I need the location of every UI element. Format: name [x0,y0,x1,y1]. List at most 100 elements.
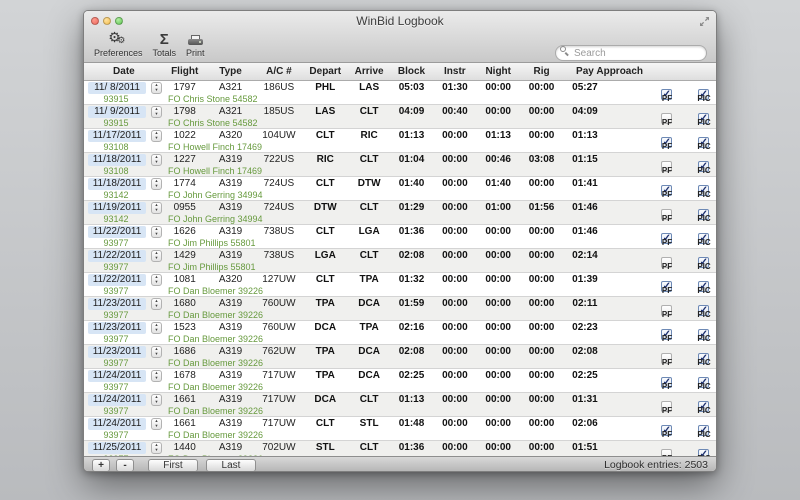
close-button[interactable] [91,17,99,25]
column-header-approach[interactable]: Approach [596,66,706,77]
aircraft-cell[interactable]: 760UW [255,298,302,309]
table-row[interactable]: 11/24/2011 ▲ ▼ 1678 A319 717UW TPA DCA 0… [84,369,716,393]
column-header-arrive[interactable]: Arrive [348,66,390,77]
rig-cell[interactable]: 00:00 [520,418,564,429]
flight-cell[interactable]: 1429 [164,250,206,261]
instr-cell[interactable]: 00:00 [433,346,477,357]
aircraft-cell[interactable]: 717UW [255,370,302,381]
pay-cell[interactable]: 02:11 [564,298,607,309]
block-cell[interactable]: 01:48 [390,418,433,429]
pay-cell[interactable]: 02:14 [564,250,607,261]
depart-cell[interactable]: TPA [302,346,348,357]
search-input[interactable] [555,45,707,61]
aircraft-cell[interactable]: 186US [255,82,302,93]
depart-cell[interactable]: CLT [302,226,348,237]
rig-cell[interactable]: 00:00 [520,130,564,141]
night-cell[interactable]: 00:00 [477,82,520,93]
night-cell[interactable]: 00:00 [477,370,520,381]
depart-cell[interactable]: TPA [302,370,348,381]
stepper-down-icon[interactable]: ▼ [155,327,159,332]
column-header-ac[interactable]: A/C # [255,66,302,77]
flight-cell[interactable]: 1774 [164,178,206,189]
date-field[interactable]: 11/ 9/2011 [88,105,146,118]
date-field[interactable]: 11/25/2011 [88,441,146,454]
instr-cell[interactable]: 00:00 [433,202,477,213]
instr-cell[interactable]: 00:00 [433,226,477,237]
arrive-cell[interactable]: CLT [348,250,390,261]
titlebar[interactable]: WinBid Logbook [84,11,716,31]
rig-cell[interactable]: 00:00 [520,322,564,333]
date-stepper[interactable]: ▲ ▼ [151,441,162,454]
date-stepper[interactable]: ▲ ▼ [151,153,162,166]
table-row[interactable]: 11/23/2011 ▲ ▼ 1686 A319 762UW TPA DCA 0… [84,345,716,369]
type-cell[interactable]: A320 [206,274,256,285]
date-stepper[interactable]: ▲ ▼ [151,225,162,238]
flight-cell[interactable]: 1022 [164,130,206,141]
flight-cell[interactable]: 1798 [164,106,206,117]
night-cell[interactable]: 01:00 [477,202,520,213]
pay-cell[interactable]: 02:08 [564,346,607,357]
type-cell[interactable]: A319 [206,442,256,453]
instr-cell[interactable]: 01:30 [433,82,477,93]
depart-cell[interactable]: CLT [302,274,348,285]
date-field[interactable]: 11/24/2011 [88,369,146,382]
flight-cell[interactable]: 1626 [164,226,206,237]
depart-cell[interactable]: DTW [302,202,348,213]
flight-cell[interactable]: 1227 [164,154,206,165]
zoom-button[interactable] [115,17,123,25]
table-row[interactable]: 11/18/2011 ▲ ▼ 1774 A319 724US CLT DTW 0… [84,177,716,201]
flight-cell[interactable]: 1680 [164,298,206,309]
rig-cell[interactable]: 00:00 [520,250,564,261]
rig-cell[interactable]: 00:00 [520,178,564,189]
night-cell[interactable]: 00:00 [477,394,520,405]
date-stepper[interactable]: ▲ ▼ [151,201,162,214]
aircraft-cell[interactable]: 724US [255,178,302,189]
flight-cell[interactable]: 1797 [164,82,206,93]
date-field[interactable]: 11/23/2011 [88,297,146,310]
add-entry-button[interactable]: + [92,458,110,471]
aircraft-cell[interactable]: 717UW [255,418,302,429]
arrive-cell[interactable]: CLT [348,442,390,453]
rig-cell[interactable]: 00:00 [520,274,564,285]
aircraft-cell[interactable]: 760UW [255,322,302,333]
table-row[interactable]: 11/22/2011 ▲ ▼ 1081 A320 127UW CLT TPA 0… [84,273,716,297]
aircraft-cell[interactable]: 702UW [255,442,302,453]
type-cell[interactable]: A319 [206,298,256,309]
column-header-depart[interactable]: Depart [302,66,348,77]
table-row[interactable]: 11/18/2011 ▲ ▼ 1227 A319 722US RIC CLT 0… [84,153,716,177]
night-cell[interactable]: 00:00 [477,250,520,261]
table-row[interactable]: 11/ 8/2011 ▲ ▼ 1797 A321 186US PHL LAS 0… [84,81,716,105]
depart-cell[interactable]: LAS [302,106,348,117]
preferences-button[interactable]: ⚙ ⚙ Preferences [89,29,148,61]
date-field[interactable]: 11/23/2011 [88,321,146,334]
night-cell[interactable]: 00:00 [477,322,520,333]
date-stepper[interactable]: ▲ ▼ [151,177,162,190]
pay-cell[interactable]: 01:41 [564,178,607,189]
flight-cell[interactable]: 1686 [164,346,206,357]
type-cell[interactable]: A319 [206,178,256,189]
pay-cell[interactable]: 02:06 [564,418,607,429]
date-field[interactable]: 11/19/2011 [88,201,146,214]
rig-cell[interactable]: 00:00 [520,82,564,93]
pay-cell[interactable]: 01:13 [564,130,607,141]
table-row[interactable]: 11/ 9/2011 ▲ ▼ 1798 A321 185US LAS CLT 0… [84,105,716,129]
type-cell[interactable]: A319 [206,346,256,357]
depart-cell[interactable]: DCA [302,322,348,333]
aircraft-cell[interactable]: 717UW [255,394,302,405]
date-stepper[interactable]: ▲ ▼ [151,273,162,286]
date-stepper[interactable]: ▲ ▼ [151,321,162,334]
type-cell[interactable]: A319 [206,370,256,381]
date-stepper[interactable]: ▲ ▼ [151,345,162,358]
instr-cell[interactable]: 00:40 [433,106,477,117]
date-field[interactable]: 11/18/2011 [88,177,146,190]
type-cell[interactable]: A319 [206,154,256,165]
date-stepper[interactable]: ▲ ▼ [151,129,162,142]
type-cell[interactable]: A319 [206,418,256,429]
aircraft-cell[interactable]: 104UW [255,130,302,141]
arrive-cell[interactable]: DTW [348,178,390,189]
instr-cell[interactable]: 00:00 [433,154,477,165]
stepper-down-icon[interactable]: ▼ [155,423,159,428]
aircraft-cell[interactable]: 724US [255,202,302,213]
block-cell[interactable]: 04:09 [390,106,433,117]
table-row[interactable]: 11/24/2011 ▲ ▼ 1661 A319 717UW DCA CLT 0… [84,393,716,417]
